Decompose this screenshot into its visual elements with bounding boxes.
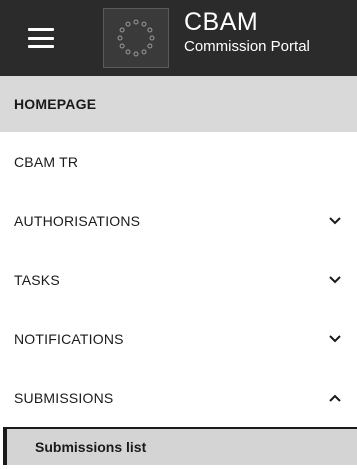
- eu-flag-icon: [103, 8, 169, 68]
- eu-stars-ring: [117, 19, 155, 57]
- menu-item-authorisations[interactable]: AUTHORISATIONS: [0, 191, 357, 250]
- hamburger-menu-icon[interactable]: [28, 28, 54, 48]
- menu-item-label: HOMEPAGE: [14, 96, 97, 112]
- menu-item-label: NOTIFICATIONS: [14, 330, 124, 347]
- app-root: CBAM Commission Portal HOMEPAGE CBAM TR …: [0, 0, 357, 469]
- menu-item-notifications[interactable]: NOTIFICATIONS: [0, 309, 357, 368]
- chevron-down-icon[interactable]: [327, 272, 343, 288]
- menu-item-label: AUTHORISATIONS: [14, 212, 141, 229]
- chevron-down-icon[interactable]: [327, 331, 343, 347]
- portal-title-block: CBAM Commission Portal: [184, 8, 310, 56]
- menu-item-label: SUBMISSIONS: [14, 389, 114, 406]
- menu-item-homepage[interactable]: HOMEPAGE: [0, 76, 357, 132]
- menu-item-label: CBAM TR: [14, 153, 79, 170]
- menu-item-tasks[interactable]: TASKS: [0, 250, 357, 309]
- submenu-item-submissions-list[interactable]: Submissions list: [3, 427, 357, 465]
- menu-item-cbam-tr[interactable]: CBAM TR: [0, 132, 357, 191]
- menu-item-label: TASKS: [14, 271, 60, 288]
- chevron-down-icon[interactable]: [327, 213, 343, 229]
- top-header: CBAM Commission Portal: [0, 0, 357, 76]
- sidebar-menu: HOMEPAGE CBAM TR AUTHORISATIONS TASKS NO…: [0, 76, 357, 465]
- app-subtitle: Commission Portal: [184, 38, 310, 55]
- submenu-item-label: Submissions list: [35, 439, 147, 455]
- chevron-up-icon[interactable]: [327, 390, 343, 406]
- app-title: CBAM: [184, 8, 259, 36]
- menu-item-submissions[interactable]: SUBMISSIONS: [0, 368, 357, 427]
